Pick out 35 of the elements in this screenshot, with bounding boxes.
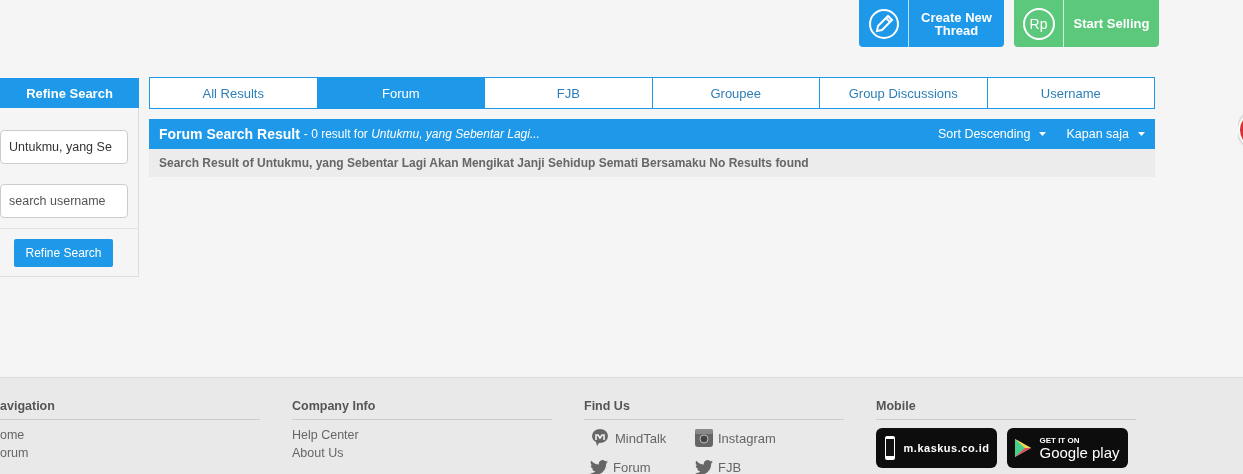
footer-heading: Mobile	[876, 399, 1136, 420]
mindtalk-icon	[590, 428, 610, 448]
social-link[interactable]: MindTalk	[615, 430, 667, 446]
play-icon	[1015, 439, 1032, 457]
social-link[interactable]: FJB	[718, 460, 742, 474]
caret-icon	[1039, 132, 1047, 136]
footer-link[interactable]: ome	[0, 428, 260, 442]
google-play-badge[interactable]: GET IT ON Google play	[1007, 428, 1128, 468]
footer-heading: Company Info	[292, 399, 552, 420]
keyword-field[interactable]: Untukmu, yang Se	[0, 130, 128, 164]
footer-heading: avigation	[0, 399, 260, 420]
rupiah-icon: Rp	[1022, 7, 1055, 40]
footer-link[interactable]: orum	[0, 446, 260, 460]
bird-icon	[590, 460, 608, 474]
result-title: Forum Search Result	[159, 126, 300, 142]
dropdown[interactable]: Kapan saja	[1066, 127, 1145, 141]
social-link[interactable]: Forum	[613, 460, 651, 474]
tab[interactable]: Forum	[316, 78, 484, 108]
username-field[interactable]: search username	[0, 184, 128, 218]
caret-icon	[1138, 132, 1145, 136]
phone-icon	[883, 435, 896, 461]
footer-heading: Find Us	[584, 399, 844, 420]
bird-icon	[695, 460, 713, 474]
mobile-site-badge[interactable]: m.kaskus.co.id	[876, 428, 997, 468]
dropdown[interactable]: Sort Descending	[938, 127, 1047, 141]
pencil-icon	[867, 7, 900, 40]
footer-link[interactable]: About Us	[292, 446, 552, 460]
refine-search-button[interactable]: Refine Search	[14, 239, 113, 267]
sidebar-title: Refine Search	[0, 78, 139, 108]
result-summary: - 0 result for Untukmu, yang Sebentar Lagi...	[303, 127, 541, 141]
no-results-message: Search Result of Untukmu, yang Sebentar Lagi Akan Mengikat Janji Sehidup Semati Bersamaku No Results found	[149, 149, 1155, 177]
camera-icon	[695, 429, 713, 447]
create-thread-button[interactable]: Create New Thread	[859, 0, 1004, 47]
social-link[interactable]: Instagram	[718, 430, 776, 446]
footer-link[interactable]: Help Center	[292, 428, 552, 442]
